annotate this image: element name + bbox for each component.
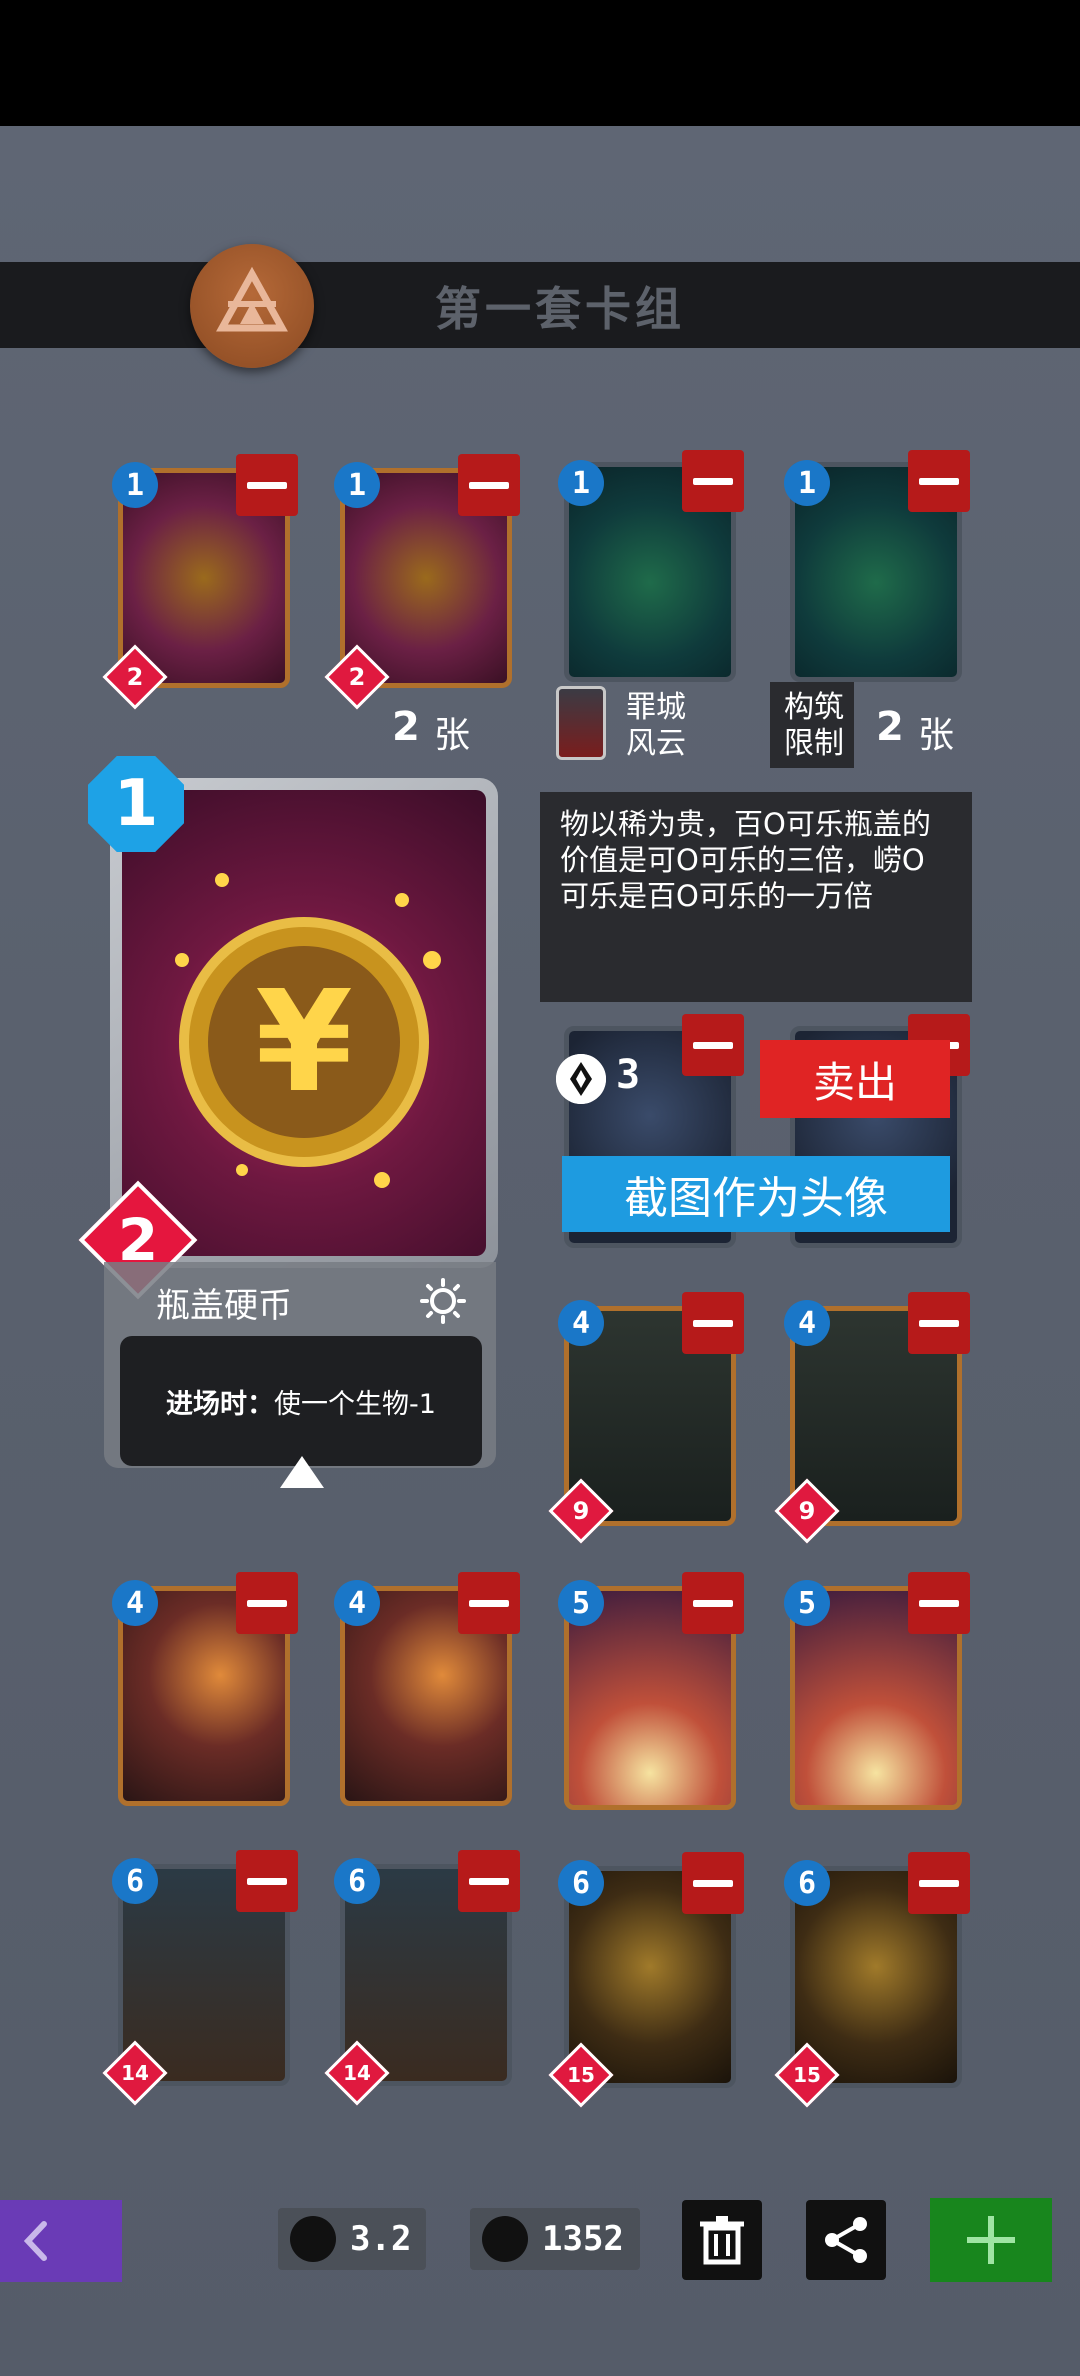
right-count-number: 2	[876, 704, 904, 750]
card-cost-badge: 4	[558, 1300, 604, 1346]
card-attack-value: 2	[348, 663, 366, 691]
build-limit-line2: 限制	[784, 726, 844, 761]
average-cost-value: 3.2	[350, 2219, 412, 2259]
remove-card-button[interactable]	[682, 1572, 744, 1634]
coins-stat: 1352	[470, 2208, 640, 2270]
chevron-left-icon	[23, 2221, 47, 2261]
left-count-unit: 张	[434, 715, 471, 756]
remove-card-button[interactable]	[682, 1014, 744, 1076]
remove-card-button[interactable]	[236, 454, 298, 516]
remove-card-button[interactable]	[682, 1852, 744, 1914]
remove-card-button[interactable]	[458, 1850, 520, 1912]
card-art: ¥	[122, 790, 486, 1256]
pointer-arrow-icon	[280, 1456, 324, 1488]
card-cost-badge: 4	[334, 1580, 380, 1626]
set-avatar-button[interactable]: 截图作为头像	[562, 1156, 950, 1232]
card-cost-badge: 4	[784, 1300, 830, 1346]
faction-name-line1: 罪城	[626, 690, 686, 725]
card-effect: 进场时： 使一个生物-1	[120, 1336, 482, 1466]
card-attack-value: 15	[567, 2063, 595, 2087]
card-cost-badge: 5	[784, 1580, 830, 1626]
card-cost-badge: 1	[558, 460, 604, 506]
card-attack-value: 9	[798, 1497, 816, 1525]
remove-card-button[interactable]	[908, 1572, 970, 1634]
left-count-number: 2	[392, 704, 420, 750]
build-limit-line1: 构筑	[784, 690, 844, 725]
card-cost-badge: 6	[334, 1858, 380, 1904]
card-attack-value: 15	[793, 2063, 821, 2087]
card-detail[interactable]: ¥	[110, 778, 498, 1268]
coins-value: 1352	[542, 2219, 624, 2259]
card-cost-badge: 6	[112, 1858, 158, 1904]
deck-title: 第一套卡组	[435, 282, 685, 336]
card-attack-value: 14	[343, 2061, 371, 2085]
remove-card-button[interactable]	[236, 1850, 298, 1912]
deck-emblem-icon[interactable]	[190, 244, 314, 368]
share-button[interactable]	[806, 2200, 886, 2280]
faction-icon	[556, 686, 606, 760]
card-attack-value: 2	[126, 663, 144, 691]
svg-text:¥: ¥	[255, 961, 352, 1124]
effect-text: 使一个生物-1	[274, 1388, 436, 1420]
remove-card-button[interactable]	[682, 1292, 744, 1354]
card-cost-badge: 5	[558, 1580, 604, 1626]
remove-card-button[interactable]	[236, 1572, 298, 1634]
sell-button[interactable]: 卖出	[760, 1040, 950, 1118]
card-name: 瓶盖硬币	[156, 1286, 292, 1326]
triangle-emblem-icon	[216, 266, 288, 332]
right-count-unit: 张	[918, 715, 955, 756]
remove-card-button[interactable]	[682, 450, 744, 512]
card-cost-badge: 4	[112, 1580, 158, 1626]
card-cost-badge: 1	[112, 462, 158, 508]
back-button[interactable]	[0, 2200, 122, 2282]
card-cost-badge: 6	[784, 1860, 830, 1906]
trash-icon	[700, 2216, 744, 2265]
dust-icon	[482, 2216, 528, 2262]
remove-card-button[interactable]	[458, 1572, 520, 1634]
card-cost-badge: 6	[558, 1860, 604, 1906]
cost-icon	[290, 2216, 336, 2262]
card-cost-badge: 1	[334, 462, 380, 508]
remove-card-button[interactable]	[908, 1852, 970, 1914]
average-cost-stat: 3.2	[278, 2208, 426, 2270]
add-card-button[interactable]	[930, 2198, 1052, 2282]
effect-label: 进场时：	[166, 1388, 275, 1420]
card-description: 物以稀为贵，百O可乐瓶盖的价值是可O可乐的三倍，崂O可乐是百O可乐的一万倍	[540, 792, 972, 1002]
delete-deck-button[interactable]	[682, 2200, 762, 2280]
remove-card-button[interactable]	[908, 450, 970, 512]
card-attack-value: 14	[121, 2061, 149, 2085]
bottle-cap-coin-icon: ¥	[175, 873, 441, 1188]
card-attack-value: 9	[572, 1497, 590, 1525]
share-icon	[825, 2217, 867, 2263]
detail-cost-badge: 1	[88, 756, 184, 852]
sun-icon	[420, 1278, 466, 1324]
remove-card-button[interactable]	[908, 1292, 970, 1354]
card-cost-badge: 1	[784, 460, 830, 506]
sell-price: 3	[616, 1052, 641, 1098]
remove-card-button[interactable]	[458, 454, 520, 516]
status-bar	[0, 0, 1080, 126]
faction-name-line2: 风云	[626, 726, 686, 761]
dust-currency-icon	[556, 1054, 606, 1104]
plus-icon	[967, 2216, 1015, 2264]
